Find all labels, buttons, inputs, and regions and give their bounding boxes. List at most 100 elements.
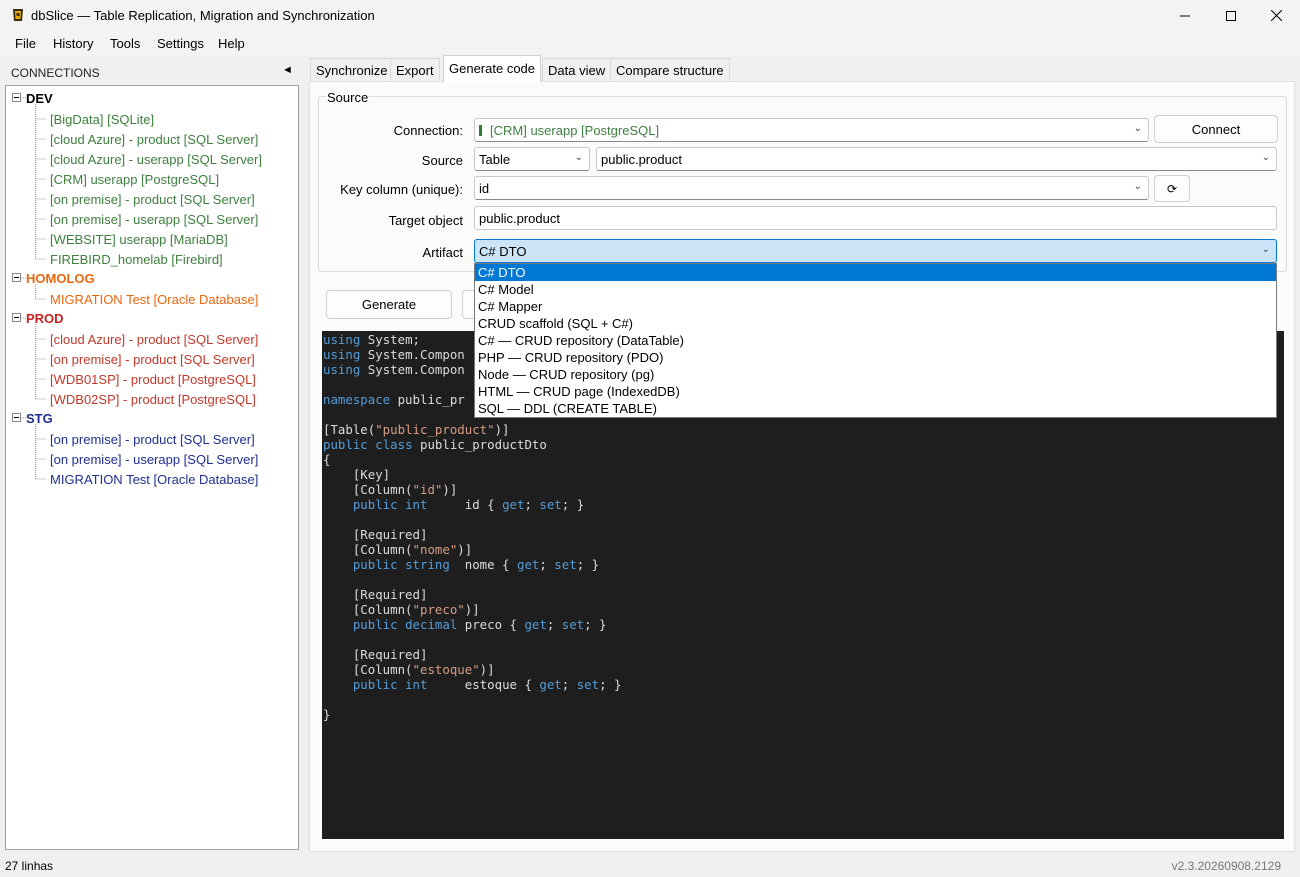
title-bar: dbSlice — Table Replication, Migration a… [0,0,1300,31]
connection-status-icon [479,125,482,136]
code-line: public string nome { get; set; } [352,557,600,572]
code-line: [Column("nome")] [323,542,473,557]
artifact-option[interactable]: Node — CRUD repository (pg) [475,366,1276,383]
tree-group-stg[interactable]: STG [26,411,53,426]
tree-connection-item[interactable]: [CRM] userapp [PostgreSQL] [50,172,219,187]
code-line: { [323,452,331,467]
tree-connection-item[interactable]: [on premise] - userapp [SQL Server] [50,212,258,227]
connection-value: [CRM] userapp [PostgreSQL] [490,123,660,138]
tree-connection-item[interactable]: [WDB01SP] - product [PostgreSQL] [50,372,256,387]
artifact-dropdown-list[interactable]: C# DTO C# Model C# Mapper CRUD scaffold (SQ… [474,263,1277,418]
tree-connection-item[interactable]: [cloud Azure] - product [SQL Server] [50,332,258,347]
source-label: Source [421,153,463,168]
tree-connection-item[interactable]: [cloud Azure] - userapp [SQL Server] [50,152,262,167]
tree-connection-item[interactable]: [BigData] [SQLite] [50,112,154,127]
artifact-option[interactable]: SQL — DDL (CREATE TABLE) [475,400,1276,417]
code-line: public int id { get; set; } [352,497,585,512]
tab-synchronize[interactable]: Synchronize [310,58,394,81]
tree-expander-icon[interactable] [12,313,21,322]
collapse-sidebar-icon[interactable]: ◄ [282,64,293,76]
app-logo-icon [13,9,23,21]
code-line: [Required] [323,527,428,542]
chevron-down-icon: ⌄ [1133,123,1142,134]
artifact-option[interactable]: C# Model [475,281,1276,298]
menu-help[interactable]: Help [218,36,245,51]
chevron-down-icon: ⌄ [1133,181,1142,192]
tree-expander-icon[interactable] [12,413,21,422]
tree-connection-item[interactable]: [on premise] - product [SQL Server] [50,192,255,207]
code-line: [Column("preco")] [323,602,480,617]
tree-connection-item[interactable]: MIGRATION Test [Oracle Database] [50,292,258,307]
code-line: [Column("estoque")] [323,662,495,677]
menu-settings[interactable]: Settings [157,36,204,51]
refresh-keys-button[interactable]: ⟳ [1154,175,1190,202]
chevron-down-icon: ⌄ [1261,152,1270,163]
chevron-down-icon: ⌄ [1261,244,1270,255]
tree-expander-icon[interactable] [12,93,21,102]
minimize-icon [1180,15,1190,16]
tree-connection-item[interactable]: [cloud Azure] - product [SQL Server] [50,132,258,147]
status-bar: 27 linhas v2.3.20260908.2129 [0,853,1300,877]
code-line: using System.Compon [323,347,465,362]
code-line: [Column("id")] [323,482,458,497]
connection-select[interactable]: [CRM] userapp [PostgreSQL] ⌄ [474,118,1149,142]
line-count: 27 linhas [5,859,54,873]
version-label: v2.3.20260908.2129 [1171,859,1281,873]
tab-data-view[interactable]: Data view [542,58,612,81]
code-line: public class public_productDto [323,437,547,452]
code-line: [Table("public_product")] [323,422,510,437]
menu-file[interactable]: File [15,36,36,51]
code-line: public decimal preco { get; set; } [352,617,607,632]
chevron-down-icon: ⌄ [574,152,583,163]
menu-history[interactable]: History [53,36,93,51]
key-column-select[interactable]: id ⌄ [474,176,1149,200]
target-object-input[interactable]: public.product [474,206,1277,230]
tab-generate-code[interactable]: Generate code [443,55,542,82]
tree-expander-icon[interactable] [12,273,21,282]
menu-tools[interactable]: Tools [110,36,140,51]
window-title: dbSlice — Table Replication, Migration a… [31,8,375,23]
tree-connection-item[interactable]: [WDB02SP] - product [PostgreSQL] [50,392,256,407]
source-type-value: Table [479,152,511,167]
tree-connection-item[interactable]: [on premise] - product [SQL Server] [50,352,255,367]
artifact-option[interactable]: C# — CRUD repository (DataTable) [475,332,1276,349]
code-line: [Required] [323,587,428,602]
connections-tree[interactable]: DEV [BigData] [SQLite] [cloud Azure] - pro… [5,85,299,850]
code-line: [Required] [323,647,428,662]
target-object-label: Target object [388,213,463,228]
code-line: public int estoque { get; set; } [352,677,622,692]
source-type-select[interactable]: Table ⌄ [474,147,590,171]
tree-connection-item[interactable]: [WEBSITE] userapp [MariaDB] [50,232,228,247]
refresh-icon: ⟳ [1166,181,1178,196]
tree-connection-item[interactable]: [on premise] - product [SQL Server] [50,432,255,447]
artifact-option[interactable]: CRUD scaffold (SQL + C#) [475,315,1276,332]
close-icon [1270,10,1282,21]
artifact-select[interactable]: C# DTO ⌄ [474,239,1277,263]
menu-bar: File History Tools Settings Help [0,31,1300,56]
artifact-option[interactable]: PHP — CRUD repository (PDO) [475,349,1276,366]
maximize-button[interactable] [1208,0,1254,31]
source-object-select[interactable]: public.product ⌄ [596,147,1277,171]
tree-connection-item[interactable]: FIREBIRD_homelab [Firebird] [50,252,223,267]
connect-button[interactable]: Connect [1154,115,1278,143]
tree-group-homolog[interactable]: HOMOLOG [26,271,95,286]
source-group-title: Source [326,90,370,105]
source-object-value: public.product [601,152,682,167]
artifact-option[interactable]: C# Mapper [475,298,1276,315]
minimize-button[interactable] [1162,0,1208,31]
tab-export[interactable]: Export [390,58,440,81]
key-column-value: id [479,181,490,196]
tab-compare-structure[interactable]: Compare structure [610,58,730,81]
artifact-label: Artifact [422,245,463,260]
generate-button[interactable]: Generate [326,290,452,319]
code-line: } [323,707,331,722]
tree-group-prod[interactable]: PROD [26,311,64,326]
connection-label: Connection: [393,123,463,138]
tree-group-dev[interactable]: DEV [26,91,53,106]
close-window-button[interactable] [1253,0,1299,31]
tree-connection-item[interactable]: MIGRATION Test [Oracle Database] [50,472,258,487]
code-line: namespace public_pr [323,392,465,407]
tree-connection-item[interactable]: [on premise] - userapp [SQL Server] [50,452,258,467]
artifact-option[interactable]: C# DTO [475,264,1276,281]
artifact-option[interactable]: HTML — CRUD page (IndexedDB) [475,383,1276,400]
